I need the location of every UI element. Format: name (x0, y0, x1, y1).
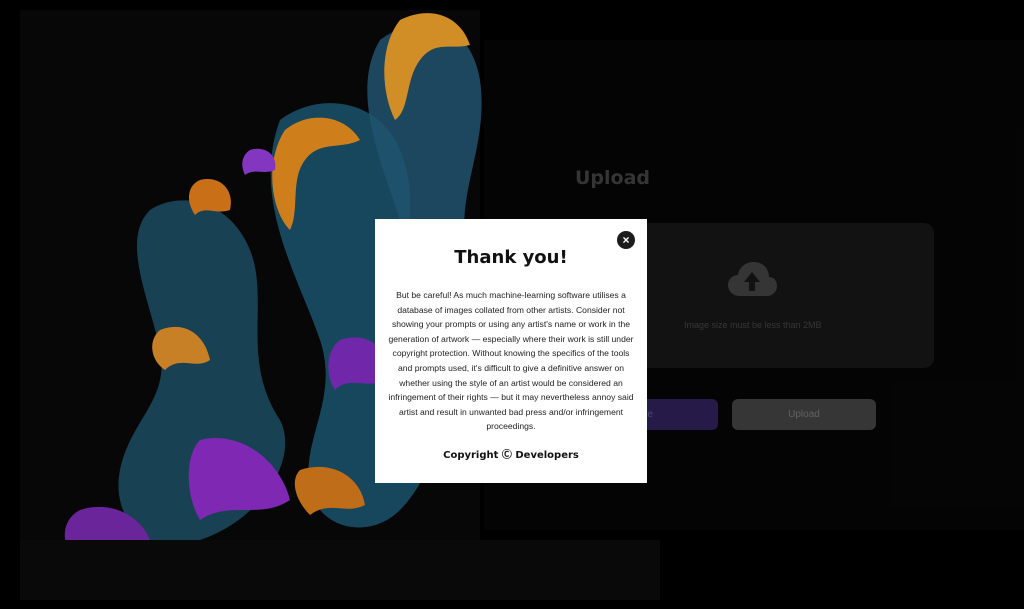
copyright-text: Copyright Ⓒ Developers (443, 449, 579, 461)
modal-title: Thank you! (454, 247, 568, 268)
close-icon[interactable]: × (617, 231, 635, 249)
thank-you-modal: × Thank you! But be careful! As much mac… (375, 219, 647, 483)
modal-body-text: But be careful! As much machine-learning… (388, 290, 634, 432)
